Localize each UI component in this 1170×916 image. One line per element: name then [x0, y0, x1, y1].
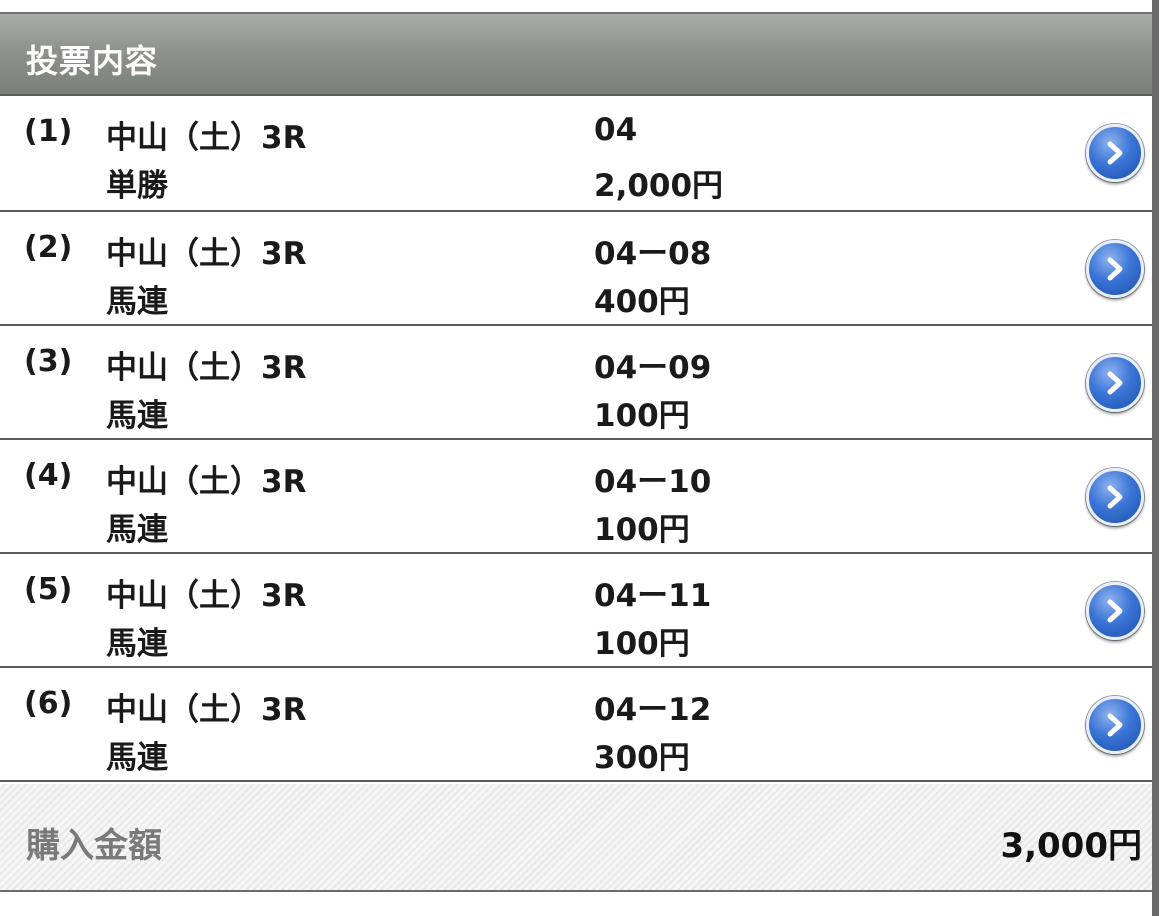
bet-type: 馬連: [106, 740, 168, 776]
chevron-right-icon: [1107, 599, 1123, 623]
chevron-right-icon: [1107, 485, 1123, 509]
bet-amount: 400円: [594, 284, 690, 320]
bet-detail-button[interactable]: [1086, 582, 1144, 640]
bet-amount: 100円: [594, 626, 690, 662]
bet-index: (1): [24, 114, 73, 149]
chevron-right-icon: [1107, 713, 1123, 737]
total-label: 購入金額: [26, 826, 162, 866]
bet-row: (2) 中山（土）3R 馬連 04ー08 400円: [0, 212, 1156, 326]
bet-row: (1) 中山（土）3R 単勝 04 2,000円: [0, 96, 1156, 212]
bet-detail-button[interactable]: [1086, 124, 1144, 182]
bet-confirmation-screen: 投票内容 (1) 中山（土）3R 単勝 04 2,000円 (2) 中山（土）3…: [0, 0, 1170, 916]
bet-detail-button[interactable]: [1086, 354, 1144, 412]
bet-amount: 100円: [594, 398, 690, 434]
section-title: 投票内容: [26, 42, 159, 80]
bet-combination: 04: [594, 112, 638, 148]
chevron-right-icon: [1107, 371, 1123, 395]
bet-type: 単勝: [106, 168, 168, 204]
bet-amount: 100円: [594, 512, 690, 548]
race-name: 中山（土）3R: [106, 236, 307, 272]
bet-row: (6) 中山（土）3R 馬連 04ー12 300円: [0, 668, 1156, 782]
bet-detail-button[interactable]: [1086, 468, 1144, 526]
bet-row: (3) 中山（土）3R 馬連 04ー09 100円: [0, 326, 1156, 440]
bet-combination: 04ー11: [594, 578, 712, 614]
bet-row: (5) 中山（土）3R 馬連 04ー11 100円: [0, 554, 1156, 668]
bet-type: 馬連: [106, 512, 168, 548]
bet-row: (4) 中山（土）3R 馬連 04ー10 100円: [0, 440, 1156, 554]
scrollbar-thumb[interactable]: [1152, 0, 1159, 916]
race-name: 中山（土）3R: [106, 350, 307, 386]
chevron-right-icon: [1107, 141, 1123, 165]
section-header: 投票内容: [0, 12, 1156, 96]
race-name: 中山（土）3R: [106, 692, 307, 728]
chevron-right-icon: [1107, 257, 1123, 281]
bet-list: (1) 中山（土）3R 単勝 04 2,000円 (2) 中山（土）3R 馬連 …: [0, 96, 1156, 782]
bet-type: 馬連: [106, 284, 168, 320]
bet-combination: 04ー10: [594, 464, 712, 500]
bet-detail-button[interactable]: [1086, 240, 1144, 298]
bet-index: (6): [24, 686, 73, 721]
race-name: 中山（土）3R: [106, 120, 307, 156]
bet-combination: 04ー12: [594, 692, 712, 728]
bet-detail-button[interactable]: [1086, 696, 1144, 754]
bet-index: (2): [24, 230, 73, 265]
bet-amount: 2,000円: [594, 168, 724, 204]
bet-index: (3): [24, 344, 73, 379]
race-name: 中山（土）3R: [106, 464, 307, 500]
bet-combination: 04ー08: [594, 236, 712, 272]
bottom-spacer: [0, 892, 1156, 916]
total-bar: 購入金額 3,000円: [0, 784, 1156, 892]
bet-index: (4): [24, 458, 73, 493]
total-amount: 3,000円: [1000, 826, 1142, 866]
race-name: 中山（土）3R: [106, 578, 307, 614]
top-spacer: [0, 0, 1156, 12]
bet-amount: 300円: [594, 740, 690, 776]
bet-index: (5): [24, 572, 73, 607]
bet-combination: 04ー09: [594, 350, 712, 386]
bet-type: 馬連: [106, 626, 168, 662]
bet-type: 馬連: [106, 398, 168, 434]
